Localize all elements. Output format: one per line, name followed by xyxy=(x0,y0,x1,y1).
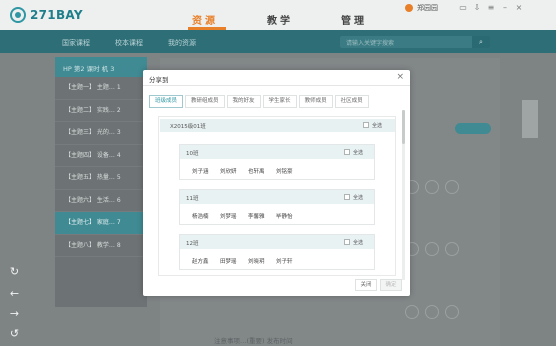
class-select-all-checkbox[interactable] xyxy=(344,239,350,245)
action-icon[interactable] xyxy=(425,305,439,319)
grade-select-all-label: 全选 xyxy=(372,123,383,129)
dialog-title: 分享到 xyxy=(149,76,169,84)
student-name[interactable]: 刘子涵 xyxy=(192,167,209,175)
student-name[interactable]: 杨浩楠 xyxy=(192,212,209,220)
sub-nav: 国家课程 校本课程 我的资源 请输入关键字搜索 ⌕ xyxy=(0,30,556,53)
student-name[interactable]: 刘铭豪 xyxy=(276,167,293,175)
resource-actions xyxy=(405,242,485,256)
dialog-scrollbar[interactable] xyxy=(402,110,405,280)
chapter-item[interactable]: 【主题三】 光的… 3 xyxy=(55,122,147,145)
resource-title[interactable]: 注意事项…(重要) 发布时间 xyxy=(214,335,293,345)
tab-community[interactable]: 社区成员 xyxy=(334,95,369,108)
class-header: 11班 全选 xyxy=(180,190,374,204)
grade-header: X2015级01班 全选 xyxy=(160,119,395,132)
action-icon[interactable] xyxy=(425,242,439,256)
tab-class-members[interactable]: 班级成员 xyxy=(149,95,184,108)
logo-icon xyxy=(10,7,26,23)
student-name[interactable]: 毕静怡 xyxy=(276,212,293,220)
student-name[interactable]: 李馨雅 xyxy=(248,212,265,220)
tab-friends[interactable]: 我的好友 xyxy=(226,95,261,108)
resource-actions xyxy=(405,180,485,194)
chapter-item-selected[interactable]: 【主题七】 家庭… 7 xyxy=(55,212,147,235)
student-name[interactable]: 刘晓玥 xyxy=(248,257,265,265)
grade-label: X2015级01班 xyxy=(170,124,206,130)
history-icon[interactable]: ↺ xyxy=(8,327,21,340)
student-name[interactable]: 刘梦瑶 xyxy=(220,212,237,220)
class-name: 12班 xyxy=(186,241,199,247)
class-header: 10班 全选 xyxy=(180,145,374,159)
action-icon[interactable] xyxy=(445,305,459,319)
class-group: 10班 全选 刘子涵 刘欣妍 也轩禹 刘铭豪 xyxy=(179,144,375,180)
chapter-item[interactable]: 【主题六】 生活… 6 xyxy=(55,190,147,212)
class-select-all-label: 全选 xyxy=(353,195,364,201)
tab-research-group[interactable]: 教研组成员 xyxy=(185,95,225,108)
close-button[interactable]: 关闭 xyxy=(355,279,377,291)
confirm-button[interactable]: 确定 xyxy=(380,279,402,291)
search-input[interactable]: 请输入关键字搜索 xyxy=(346,38,394,47)
app-logo[interactable]: 271BAY xyxy=(10,7,83,23)
refresh-icon[interactable]: ↻ xyxy=(8,265,21,278)
user-avatar-icon xyxy=(405,4,413,12)
nav-item-teaching[interactable]: 教学 xyxy=(267,12,293,27)
search-icon[interactable]: ⌕ xyxy=(472,36,490,48)
chapter-item[interactable]: 【主题四】 设备… 4 xyxy=(55,145,147,167)
back-icon[interactable]: ← xyxy=(8,287,21,300)
user-menu[interactable]: 郑园园 xyxy=(405,3,438,13)
subnav-item-school[interactable]: 校本课程 xyxy=(115,38,143,48)
app-header: 271BAY 资源 教学 管理 郑园园 ▭ ⇩ ≡ – × xyxy=(0,0,556,30)
chapter-item[interactable]: 【主题五】 热量… 5 xyxy=(55,167,147,190)
close-window-icon[interactable]: × xyxy=(512,3,526,13)
action-icon[interactable] xyxy=(445,242,459,256)
student-name[interactable]: 赵方鑫 xyxy=(192,257,209,265)
class-select-all-checkbox[interactable] xyxy=(344,149,350,155)
class-name: 11班 xyxy=(186,196,199,202)
grade-select-all-checkbox[interactable] xyxy=(363,122,369,128)
subnav-item-mine[interactable]: 我的资源 xyxy=(168,38,196,48)
action-icon[interactable] xyxy=(445,180,459,194)
scrollbar-thumb[interactable] xyxy=(402,110,405,144)
class-name: 10班 xyxy=(186,151,199,157)
chapter-list-header: HP 第2 课时 机 3 xyxy=(55,57,147,77)
student-name[interactable]: 也轩禹 xyxy=(248,167,265,175)
user-name: 郑园园 xyxy=(417,4,438,12)
divider xyxy=(143,85,410,86)
class-header: 12班 全选 xyxy=(180,235,374,249)
upload-button[interactable] xyxy=(455,123,491,134)
window-controls: ▭ ⇩ ≡ – × xyxy=(456,3,526,13)
class-group: 12班 全选 赵方鑫 田梦瑶 刘晓玥 刘子轩 xyxy=(179,234,375,270)
chapter-item[interactable]: 【主题一】 主题… 1 xyxy=(55,77,147,100)
student-name[interactable]: 刘子轩 xyxy=(276,257,293,265)
action-icon[interactable] xyxy=(405,305,419,319)
share-dialog: 分享到 × 班级成员 教研组成员 我的好友 学生家长 教师成员 社区成员 X20… xyxy=(143,70,410,296)
action-icon[interactable] xyxy=(425,180,439,194)
tab-teachers[interactable]: 教师成员 xyxy=(298,95,333,108)
nav-item-resources[interactable]: 资源 xyxy=(192,12,218,27)
class-select-all-label: 全选 xyxy=(353,150,364,156)
close-icon[interactable]: × xyxy=(396,72,404,82)
forward-icon[interactable]: → xyxy=(8,307,21,320)
share-target-tabs: 班级成员 教研组成员 我的好友 学生家长 教师成员 社区成员 xyxy=(149,95,371,108)
student-name[interactable]: 田梦瑶 xyxy=(220,257,237,265)
search-box[interactable]: 请输入关键字搜索 ⌕ xyxy=(340,36,490,48)
side-tool-icon[interactable] xyxy=(522,100,538,138)
chapter-item[interactable]: 【主题八】 教学… 8 xyxy=(55,235,147,257)
class-select-all-label: 全选 xyxy=(353,240,364,246)
resource-actions xyxy=(405,305,485,319)
class-group: 11班 全选 杨浩楠 刘梦瑶 李馨雅 毕静怡 xyxy=(179,189,375,225)
skin-icon[interactable]: ▭ xyxy=(456,3,470,13)
student-name[interactable]: 刘欣妍 xyxy=(220,167,237,175)
menu-icon[interactable]: ≡ xyxy=(484,3,498,13)
class-select-all-checkbox[interactable] xyxy=(344,194,350,200)
tab-parents[interactable]: 学生家长 xyxy=(262,95,297,108)
minimize-icon[interactable]: – xyxy=(498,3,512,13)
member-panel: X2015级01班 全选 10班 全选 刘子涵 刘欣妍 也轩禹 刘铭豪 11班 … xyxy=(158,116,396,276)
chapter-list: HP 第2 课时 机 3 【主题一】 主题… 1 【主题二】 实践… 2 【主题… xyxy=(55,57,147,307)
subnav-item-national[interactable]: 国家课程 xyxy=(62,38,90,48)
download-icon[interactable]: ⇩ xyxy=(470,3,484,13)
nav-item-management[interactable]: 管理 xyxy=(341,12,367,27)
chapter-item[interactable]: 【主题二】 实践… 2 xyxy=(55,100,147,122)
logo-text: 271BAY xyxy=(30,8,83,22)
